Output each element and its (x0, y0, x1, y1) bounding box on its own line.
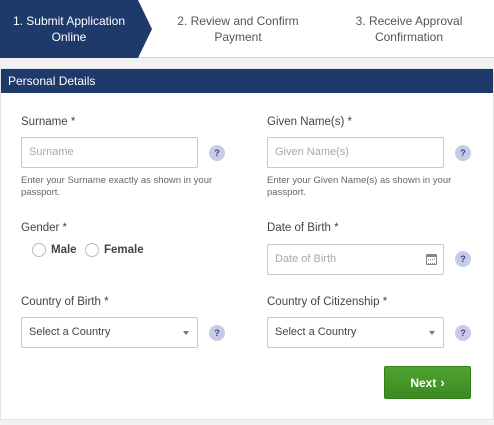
country-of-birth-value: Select a Country (29, 326, 111, 338)
step-label: 1. Submit Application (12, 14, 126, 28)
step-receive-approval: 3. Receive Approval Confirmation (324, 0, 494, 58)
dob-label: Date of Birth * (267, 222, 339, 234)
surname-help-text: Enter your Surname exactly as shown in y… (21, 175, 212, 199)
gender-male-label[interactable]: Male (51, 244, 77, 256)
chevron-right-icon: › (440, 375, 445, 390)
country-of-citizenship-select[interactable]: Select a Country (267, 317, 444, 348)
dob-help-icon[interactable]: ? (455, 251, 471, 267)
step-label: Confirmation (374, 30, 443, 44)
country-of-birth-select[interactable]: Select a Country (21, 317, 198, 348)
next-button-label: Next (410, 376, 437, 390)
given-names-label: Given Name(s) * (267, 116, 352, 128)
step-submit-application: 1. Submit Application Online (0, 0, 152, 58)
step-label: Payment (214, 30, 262, 44)
gender-female-label[interactable]: Female (104, 244, 144, 256)
next-button[interactable]: Next › (384, 366, 471, 399)
help-line: passport. (267, 187, 307, 198)
calendar-icon[interactable] (426, 254, 437, 265)
given-names-help-icon[interactable]: ? (455, 145, 471, 161)
dob-input[interactable]: Date of Birth (267, 244, 444, 275)
dropdown-caret-icon (183, 331, 189, 335)
gender-male-radio[interactable] (32, 243, 46, 257)
step-label: 2. Review and Confirm (177, 14, 299, 28)
dob-placeholder: Date of Birth (275, 253, 337, 265)
surname-label: Surname * (21, 116, 76, 128)
country-of-citizenship-label: Country of Citizenship * (267, 296, 388, 308)
country-of-citizenship-value: Select a Country (275, 326, 357, 338)
help-line: Enter your Given Name(s) as shown in you… (267, 175, 452, 186)
surname-help-icon[interactable]: ? (209, 145, 225, 161)
gender-female-radio[interactable] (85, 243, 99, 257)
gender-label: Gender * (21, 222, 68, 234)
step-label: 3. Receive Approval (355, 14, 463, 28)
progress-stepper: 1. Submit Application Online 2. Review an… (0, 0, 494, 58)
given-names-input[interactable]: Given Name(s) (267, 137, 444, 168)
surname-input[interactable]: Surname (21, 137, 198, 168)
country-of-birth-label: Country of Birth * (21, 296, 109, 308)
panel-title: Personal Details (1, 69, 493, 93)
help-line: Enter your Surname exactly as shown in y… (21, 175, 213, 186)
step-label: Online (51, 30, 87, 44)
country-of-citizenship-help-icon[interactable]: ? (455, 325, 471, 341)
help-line: passport. (21, 187, 61, 198)
country-of-birth-help-icon[interactable]: ? (209, 325, 225, 341)
dropdown-caret-icon (429, 331, 435, 335)
step-review-payment: 2. Review and Confirm Payment (152, 0, 324, 58)
given-names-help-text: Enter your Given Name(s) as shown in you… (267, 175, 451, 199)
